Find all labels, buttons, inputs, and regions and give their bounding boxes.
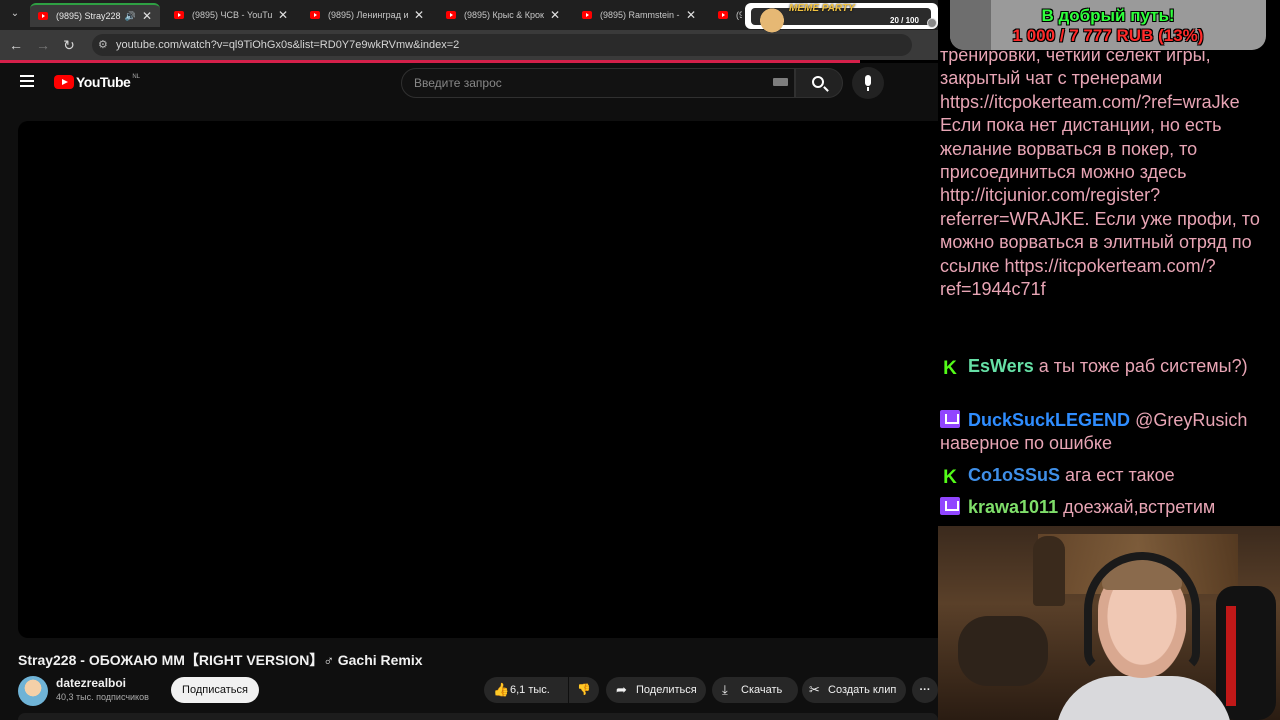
meme-party-widget: MEME PARTY 20 / 100 <box>745 3 938 33</box>
chat-username: EsWers <box>968 356 1034 376</box>
tab-stray228[interactable]: (9895) Stray228 - 🔊 ✕ <box>30 3 160 27</box>
chat-message: K EsWers а ты тоже раб системы?) <box>940 355 1278 378</box>
headset-icon <box>1084 552 1200 672</box>
close-tab-icon[interactable]: ✕ <box>686 8 696 22</box>
chat-message: K Co1oSSuS ага ест такое <box>940 464 1278 487</box>
youtube-favicon-icon <box>38 12 48 20</box>
search-icon <box>812 76 824 88</box>
video-title: Stray228 - ОБОЖАЮ ММ【RIGHT VERSION】♂ Gac… <box>18 652 423 668</box>
tab-partial[interactable]: (9 <box>710 3 750 27</box>
close-tab-icon[interactable]: ✕ <box>142 9 152 23</box>
donation-goal-widget: В добрый путь! 1 000 / 7 777 RUB (13%) <box>950 0 1266 50</box>
background-figure <box>1033 536 1065 606</box>
tab-title: (9895) Rammstein - S <box>600 10 680 20</box>
youtube-favicon-icon <box>582 11 592 19</box>
tab-search-icon[interactable]: ⌄ <box>6 6 24 22</box>
channel-avatar[interactable] <box>18 676 48 706</box>
reload-icon[interactable]: ↻ <box>60 36 78 54</box>
dislike-button[interactable]: 👎 <box>569 677 599 703</box>
kick-badge-icon: K <box>943 467 957 488</box>
thumbs-up-icon: 👍 <box>493 682 510 697</box>
chat-text: доезжай,встретим <box>1063 497 1216 517</box>
donation-title: В добрый путь! <box>1041 6 1175 25</box>
like-button[interactable]: 👍 6,1 тыс. <box>484 677 568 703</box>
background-figure <box>958 616 1048 686</box>
country-code: NL <box>132 74 140 80</box>
scissors-icon: ✂ <box>809 682 820 697</box>
close-tab-icon[interactable]: ✕ <box>550 8 560 22</box>
streamer-shirt <box>1056 676 1232 720</box>
stream-chat: тренировки, четкий селект игры, закрытый… <box>940 50 1278 526</box>
channel-name[interactable]: datezrealboi <box>56 676 126 690</box>
url-field[interactable]: ⚙ youtube.com/watch?v=ql9TiOhGx0s&list=R… <box>92 34 912 56</box>
doge-icon <box>757 5 787 33</box>
youtube-favicon-icon <box>446 11 456 19</box>
chat-text: ага ест такое <box>1065 465 1175 485</box>
tab-chsv[interactable]: (9895) ЧСВ - YouTube ✕ <box>166 3 296 27</box>
back-icon[interactable]: ← <box>7 36 25 54</box>
keyboard-icon[interactable] <box>773 78 788 86</box>
youtube-favicon-icon <box>718 11 728 19</box>
close-tab-icon[interactable]: ✕ <box>414 8 424 22</box>
create-clip-button[interactable]: ✂ Создать клип <box>802 677 906 703</box>
chat-message: krawa1011 доезжай,встретим <box>940 496 1278 519</box>
chat-username: krawa1011 <box>968 497 1059 517</box>
youtube-favicon-icon <box>174 11 184 19</box>
meme-party-count: 20 / 100 <box>890 16 919 25</box>
meme-party-label: MEME PARTY <box>789 3 855 14</box>
subscribe-button[interactable]: Подписаться <box>171 677 259 703</box>
video-player[interactable] <box>18 121 938 638</box>
download-label: Скачать <box>741 684 783 696</box>
tab-title: (9895) Ленинград и <box>328 10 408 20</box>
tab-title: (9895) Крыс & Крок <box>464 10 544 20</box>
forward-icon[interactable]: → <box>34 36 52 54</box>
logo-text: YouTube <box>76 74 131 90</box>
chat-text: а ты тоже раб системы?) <box>1038 356 1248 376</box>
chat-promo-message: тренировки, четкий селект игры, закрытый… <box>940 50 1260 300</box>
tab-title: (9895) Stray228 - <box>56 11 121 21</box>
search-button[interactable] <box>795 68 843 98</box>
stream-side-panel: В добрый путь! 1 000 / 7 777 RUB (13%) т… <box>938 0 1280 720</box>
voice-search-icon[interactable] <box>852 67 884 99</box>
like-count: 6,1 тыс. <box>510 684 550 696</box>
kick-badge-icon: K <box>943 358 957 379</box>
download-button[interactable]: ⤓ Скачать <box>712 677 798 703</box>
gaming-chair <box>1216 586 1276 720</box>
tab-leningrad[interactable]: (9895) Ленинград и ✕ <box>302 3 432 27</box>
speaker-icon[interactable]: 🔊 <box>125 11 136 22</box>
share-icon: ➦ <box>616 682 627 697</box>
tab-krys-krok[interactable]: (9895) Крыс & Крок ✕ <box>438 3 568 27</box>
chat-username: Co1oSSuS <box>968 465 1061 485</box>
address-bar-row: ← → ↻ ⚙ youtube.com/watch?v=ql9TiOhGx0s&… <box>0 30 938 60</box>
donation-progress: 1 000 / 7 777 RUB (13%) <box>1012 26 1204 45</box>
download-icon: ⤓ <box>722 682 728 697</box>
youtube-favicon-icon <box>310 11 320 19</box>
chat-message: DuckSuckLEGEND @GreyRusich наверное по о… <box>940 409 1278 456</box>
tab-title: (9895) ЧСВ - YouTube <box>192 10 272 20</box>
more-actions-button[interactable]: ··· <box>912 677 938 703</box>
tab-title: (9 <box>736 10 742 20</box>
coin-icon <box>927 18 937 28</box>
subscriber-count: 40,3 тыс. подписчиков <box>56 692 149 702</box>
screen: ⌄ (9895) Stray228 - 🔊 ✕ (9895) ЧСВ - You… <box>0 0 1280 720</box>
streamer-webcam <box>938 526 1280 720</box>
chat-username: DuckSuckLEGEND <box>968 410 1131 430</box>
description-box-edge <box>18 713 938 720</box>
close-tab-icon[interactable]: ✕ <box>278 8 288 22</box>
twitch-badge-icon <box>940 410 960 428</box>
twitch-badge-icon <box>940 497 960 515</box>
search-input[interactable]: Введите запрос <box>401 68 795 98</box>
url-text: youtube.com/watch?v=ql9TiOhGx0s&list=RD0… <box>116 39 460 51</box>
hamburger-menu-icon[interactable] <box>20 75 34 87</box>
site-info-icon[interactable]: ⚙ <box>98 34 108 56</box>
share-button[interactable]: ➦ Поделиться <box>606 677 706 703</box>
youtube-page: YouTube NL Введите запрос Stray228 - ОБО… <box>0 63 938 720</box>
clip-label: Создать клип <box>828 684 897 696</box>
share-label: Поделиться <box>636 684 697 696</box>
youtube-logo[interactable]: YouTube NL <box>54 74 140 90</box>
meme-party-bar: MEME PARTY 20 / 100 <box>751 3 937 33</box>
youtube-play-icon <box>54 75 74 89</box>
tab-rammstein[interactable]: (9895) Rammstein - S ✕ <box>574 3 704 27</box>
thumbs-down-icon: 👎 <box>577 684 591 696</box>
